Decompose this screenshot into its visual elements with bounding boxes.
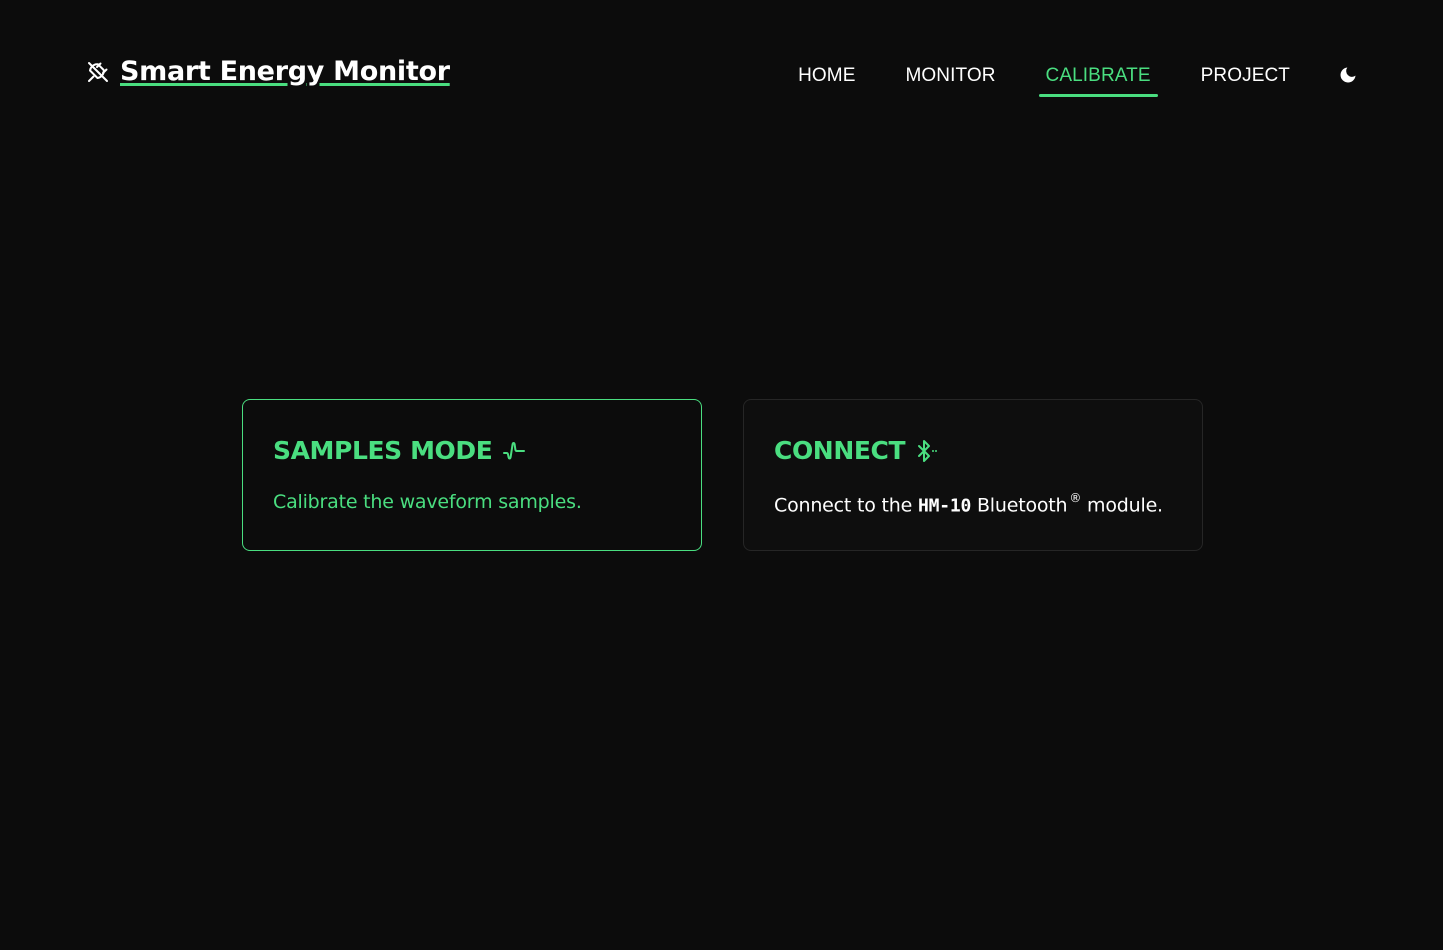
connect-description: Connect to the HM-10 Bluetooth ® module. <box>774 491 1172 517</box>
mode-cards: SAMPLES MODE Calibrate the waveform samp… <box>242 399 1203 551</box>
samples-mode-description: Calibrate the waveform samples. <box>273 491 582 513</box>
nav-calibrate[interactable]: CALIBRATE <box>1038 62 1158 97</box>
nav-monitor[interactable]: MONITOR <box>898 62 1002 96</box>
theme-toggle-button[interactable] <box>1337 64 1359 86</box>
nav-project[interactable]: PROJECT <box>1194 62 1297 96</box>
connect-card[interactable]: CONNECT Connect to the HM-10 Bluetooth ® … <box>743 399 1203 551</box>
brand[interactable]: Smart Energy Monitor <box>86 56 450 87</box>
main-nav: HOME MONITOR CALIBRATE PROJECT <box>755 62 1359 97</box>
card-title: CONNECT <box>774 436 1172 465</box>
connect-desc-prefix: Connect to the <box>774 494 918 517</box>
hm10-code: HM-10 <box>917 495 972 517</box>
plug-off-icon <box>86 60 110 84</box>
samples-mode-title: SAMPLES MODE <box>273 436 493 465</box>
connect-title: CONNECT <box>774 436 906 465</box>
connect-desc-suffix: module. <box>1081 494 1163 517</box>
registered-mark: ® <box>1069 491 1082 505</box>
nav-home[interactable]: HOME <box>791 62 862 96</box>
header: Smart Energy Monitor HOME MONITOR CALIBR… <box>0 0 1443 140</box>
samples-mode-card[interactable]: SAMPLES MODE Calibrate the waveform samp… <box>242 399 702 551</box>
card-title: SAMPLES MODE <box>273 436 671 465</box>
waveform-icon <box>503 441 526 459</box>
connect-desc-brand: Bluetooth <box>971 494 1068 517</box>
bluetooth-connected-icon <box>918 439 938 462</box>
app-title[interactable]: Smart Energy Monitor <box>120 56 450 87</box>
moon-icon <box>1340 67 1356 83</box>
